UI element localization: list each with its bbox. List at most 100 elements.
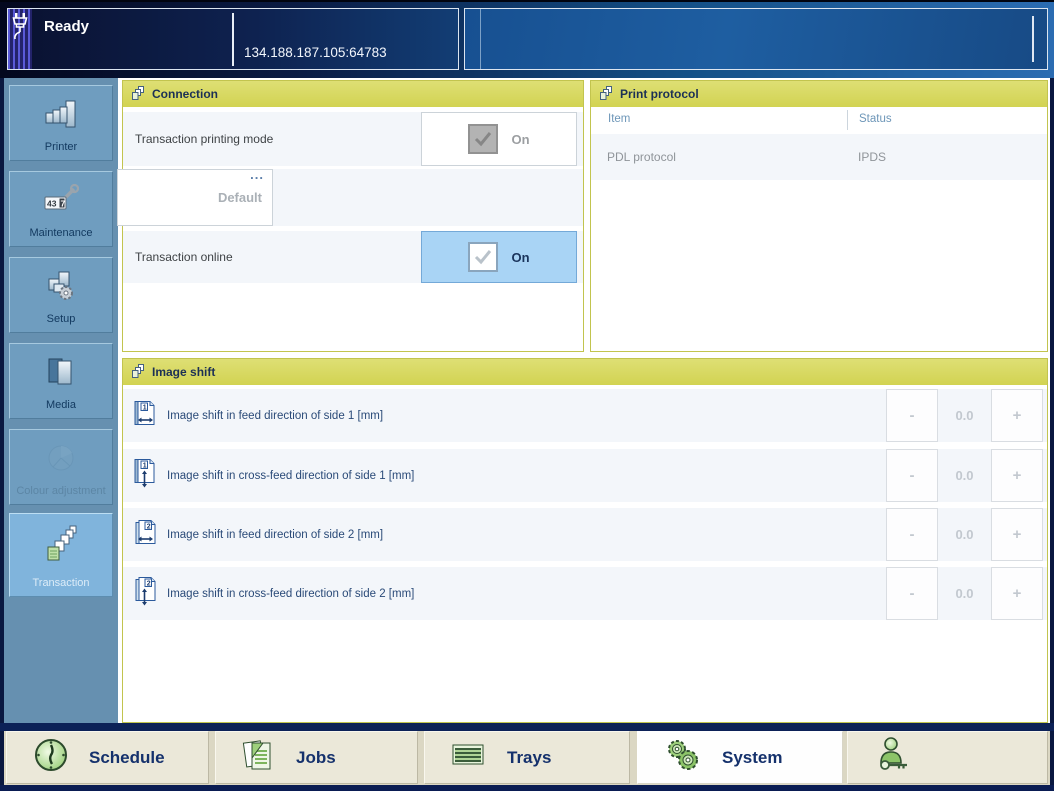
sidebar-item-label: Media: [46, 399, 76, 411]
increment-button[interactable]: +: [991, 449, 1043, 502]
shift-value: 0.0: [955, 527, 974, 542]
status-stripe-band: [8, 9, 32, 69]
image-shift-panel-header: Image shift: [123, 359, 1047, 385]
svg-text:7: 7: [61, 199, 66, 209]
panel-cascade-icon: [131, 363, 145, 381]
setting-label: Transaction printing mode: [135, 132, 274, 146]
increment-button[interactable]: +: [991, 389, 1043, 442]
ellipsis-more-icon[interactable]: ...: [250, 168, 264, 181]
tab-schedule[interactable]: Schedule: [6, 731, 209, 784]
tab-jobs[interactable]: Jobs: [215, 731, 418, 784]
sidebar-item-maintenance[interactable]: 43 7 Maintenance: [9, 171, 113, 247]
sidebar-item-setup[interactable]: Setup: [9, 257, 113, 333]
protocol-item: PDL protocol: [607, 150, 676, 164]
panel-title: Image shift: [152, 365, 216, 379]
svg-text:1: 1: [143, 404, 147, 411]
increment-button[interactable]: +: [991, 508, 1043, 561]
printer-status-text: Ready: [44, 18, 90, 35]
svg-text:2: 2: [147, 523, 151, 530]
power-plug-icon: [10, 12, 30, 45]
transaction-printing-mode-toggle: On: [421, 112, 577, 166]
decrement-button[interactable]: -: [886, 567, 938, 620]
colour-adjustment-icon: [10, 439, 112, 477]
connection-panel-header: Connection: [123, 81, 583, 107]
column-header-status: Status: [859, 113, 892, 125]
sidebar-item-label: Colour adjustment: [16, 485, 106, 497]
sidebar-item-colour-adjustment: Colour adjustment: [9, 429, 113, 505]
image-shift-row-feed-side2: 2 Image shift in feed direction of side …: [123, 508, 1047, 561]
message-panel-divider: [480, 9, 481, 69]
message-panel: [464, 8, 1048, 70]
transaction-icon: [10, 525, 112, 564]
svg-text:43: 43: [47, 199, 57, 209]
panel-cascade-icon: [599, 85, 613, 103]
tab-label: Trays: [507, 747, 552, 767]
image-shift-label: Image shift in cross-feed direction of s…: [167, 469, 415, 482]
transaction-online-toggle[interactable]: On: [421, 231, 577, 283]
printer-controller-window: Ready 134.188.187.105:64783 Printer 43 7…: [0, 0, 1054, 791]
image-shift-row-crossfeed-side2: 2 Image shift in cross-feed direction of…: [123, 567, 1047, 620]
protocol-status: IPDS: [858, 150, 887, 164]
decrement-button[interactable]: -: [886, 508, 938, 561]
tab-system[interactable]: System: [637, 731, 843, 784]
trays-stack-icon: [451, 742, 487, 773]
setting-label: Transaction online: [135, 250, 233, 264]
column-header-item: Item: [608, 113, 631, 125]
setting-row-transaction-printing-mode: Transaction printing mode On: [123, 112, 583, 166]
setting-row-transaction-online: Transaction online On: [123, 231, 583, 283]
tab-label: Jobs: [296, 747, 336, 767]
svg-text:1: 1: [143, 462, 147, 469]
setup-value: Default: [217, 190, 262, 205]
sidebar-item-label: Transaction: [32, 577, 90, 589]
status-divider: [232, 13, 234, 66]
image-shift-feed-side1-icon: 1: [133, 398, 159, 433]
maintenance-icon: 43 7: [10, 181, 112, 219]
jobs-document-icon: [242, 737, 276, 778]
protocol-table-header: Item Status: [592, 108, 1046, 132]
shift-value: 0.0: [955, 468, 974, 483]
operator-login-button[interactable]: [847, 731, 1048, 784]
checkbox-checked-icon: [468, 242, 499, 272]
image-shift-feed-side2-icon: 2: [133, 517, 159, 552]
image-shift-label: Image shift in feed direction of side 2 …: [167, 528, 384, 541]
toggle-value: On: [511, 131, 530, 147]
tab-label: Schedule: [89, 747, 165, 767]
bottom-separator-band: [0, 723, 1054, 731]
sidebar-item-label: Maintenance: [29, 227, 93, 239]
media-icon: [10, 353, 112, 391]
panel-title: Connection: [152, 87, 218, 101]
column-divider: [847, 110, 848, 130]
tab-trays[interactable]: Trays: [424, 731, 630, 784]
setting-row-active-transaction-setup: Active transaction setup ... Default: [117, 168, 583, 226]
image-shift-crossfeed-side2-icon: 2: [133, 575, 159, 612]
panel-title: Print protocol: [620, 87, 699, 101]
decrement-button[interactable]: -: [886, 389, 938, 442]
operator-key-icon: [874, 736, 914, 779]
image-shift-panel: Image shift 1 Image shift in feed direct…: [122, 358, 1048, 723]
decrement-button[interactable]: -: [886, 449, 938, 502]
shift-value: 0.0: [955, 586, 974, 601]
image-shift-row-crossfeed-side1: 1 Image shift in cross-feed direction of…: [123, 449, 1047, 502]
print-protocol-panel-header: Print protocol: [591, 81, 1047, 107]
sidebar-item-label: Printer: [44, 141, 78, 153]
panel-cascade-icon: [131, 85, 145, 103]
increment-button[interactable]: +: [991, 567, 1043, 620]
active-transaction-setup-button[interactable]: ... Default: [117, 168, 273, 226]
toggle-value: On: [511, 249, 530, 265]
setup-icon: [10, 267, 112, 305]
image-shift-label: Image shift in feed direction of side 1 …: [167, 409, 384, 422]
tab-label: System: [722, 747, 783, 767]
shift-value: 0.0: [955, 408, 974, 423]
sidebar-item-label: Setup: [46, 313, 76, 325]
checkbox-checked-disabled-icon: [468, 124, 499, 154]
image-shift-crossfeed-side1-icon: 1: [133, 457, 159, 494]
sidebar-item-transaction[interactable]: Transaction: [9, 513, 113, 597]
sidebar-item-printer[interactable]: Printer: [9, 85, 113, 161]
print-protocol-panel: Print protocol Item Status PDL protocol …: [590, 80, 1048, 352]
printer-status-panel: Ready 134.188.187.105:64783: [7, 8, 459, 70]
connection-address: 134.188.187.105:64783: [244, 45, 387, 60]
schedule-clock-icon: [33, 737, 69, 778]
system-gears-icon: [664, 737, 702, 778]
sidebar-item-media[interactable]: Media: [9, 343, 113, 419]
image-shift-row-feed-side1: 1 Image shift in feed direction of side …: [123, 389, 1047, 442]
